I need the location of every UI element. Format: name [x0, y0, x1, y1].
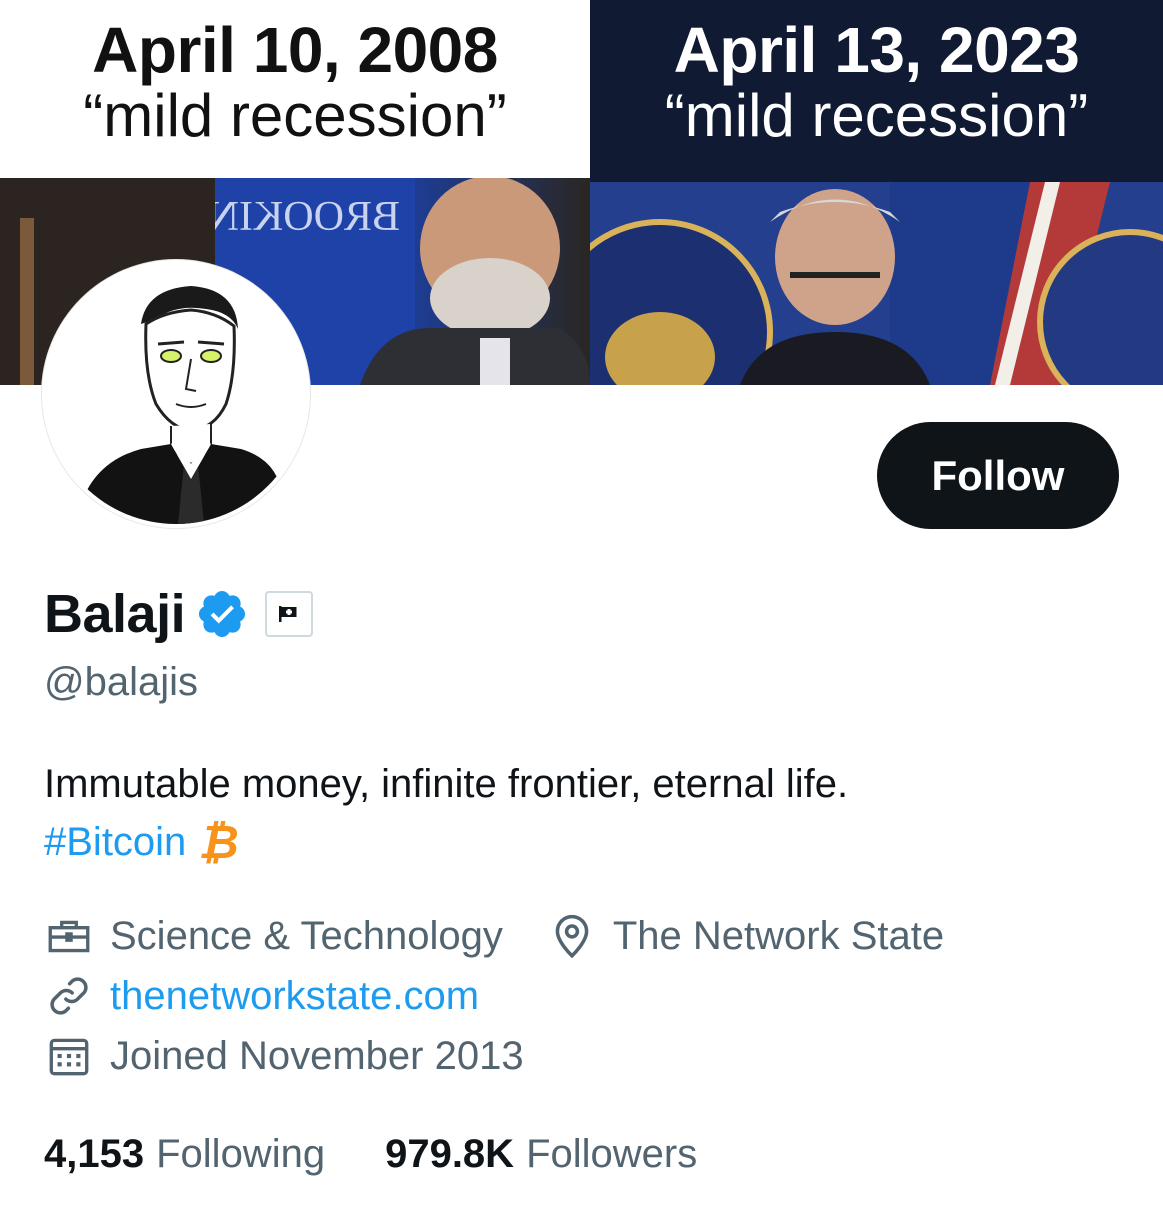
followers-label: Followers	[526, 1131, 698, 1176]
banner-photo-powell	[590, 182, 1163, 385]
banner-date-2023: April 13, 2023	[673, 14, 1080, 86]
banner-caption-2008: April 10, 2008 “mild recession”	[0, 0, 590, 178]
calendar-icon	[49, 1038, 89, 1076]
following-stat-link[interactable]: 4,153 Following	[44, 1132, 325, 1177]
profile-meta-row-3: Joined November 2013	[44, 1026, 524, 1086]
profile-location: The Network State	[612, 913, 945, 958]
following-count: 4,153	[44, 1131, 145, 1176]
banner-quote-2023: “mild recession”	[664, 82, 1089, 149]
banner-caption-2023: April 13, 2023 “mild recession”	[590, 0, 1163, 182]
profile-bio: Immutable money, infinite frontier, eter…	[44, 755, 848, 871]
profile-meta-row-2: thenetworkstate.com	[44, 966, 479, 1026]
banner-quote-2008: “mild recession”	[83, 82, 507, 149]
powell-photo-illustration	[590, 182, 1163, 385]
profile-avatar[interactable]	[42, 260, 310, 528]
profile-handle: @balajis	[44, 660, 199, 704]
profile-display-name: Balaji	[44, 584, 186, 644]
affiliation-badge[interactable]	[265, 591, 314, 637]
followers-stat-link[interactable]: 979.8K Followers	[385, 1132, 697, 1177]
profile-category[interactable]: Science & Technology	[110, 914, 503, 959]
bio-text: Immutable money, infinite frontier, eter…	[44, 762, 849, 806]
link-icon	[50, 977, 88, 1015]
profile-location-group: The Network State	[547, 911, 944, 961]
bio-line-2: #Bitcoin ₿	[44, 813, 848, 871]
location-pin-icon	[555, 914, 589, 959]
profile-joined-date: Joined November 2013	[110, 1033, 524, 1078]
bitcoin-hashtag-link[interactable]: #Bitcoin	[44, 813, 186, 871]
briefcase-icon	[48, 920, 90, 953]
banner-panel-2023: April 13, 2023 “mild recession”	[590, 0, 1163, 385]
avatar-sketch-illustration	[46, 264, 306, 524]
verified-badge-icon[interactable]	[195, 587, 249, 641]
following-label: Following	[156, 1131, 326, 1176]
profile-website-link[interactable]: thenetworkstate.com	[110, 974, 479, 1019]
flag-icon	[279, 606, 297, 622]
follow-button[interactable]: Follow	[877, 422, 1119, 529]
followers-count: 979.8K	[385, 1131, 515, 1176]
profile-stats: 4,153 Following 979.8K Followers	[44, 1124, 697, 1184]
profile-name-row: Balaji	[44, 582, 314, 646]
banner-date-2008: April 10, 2008	[92, 14, 498, 86]
profile-meta-row-1: Science & Technology The Network State	[44, 906, 944, 966]
bitcoin-emoji-icon: ₿	[198, 816, 239, 868]
